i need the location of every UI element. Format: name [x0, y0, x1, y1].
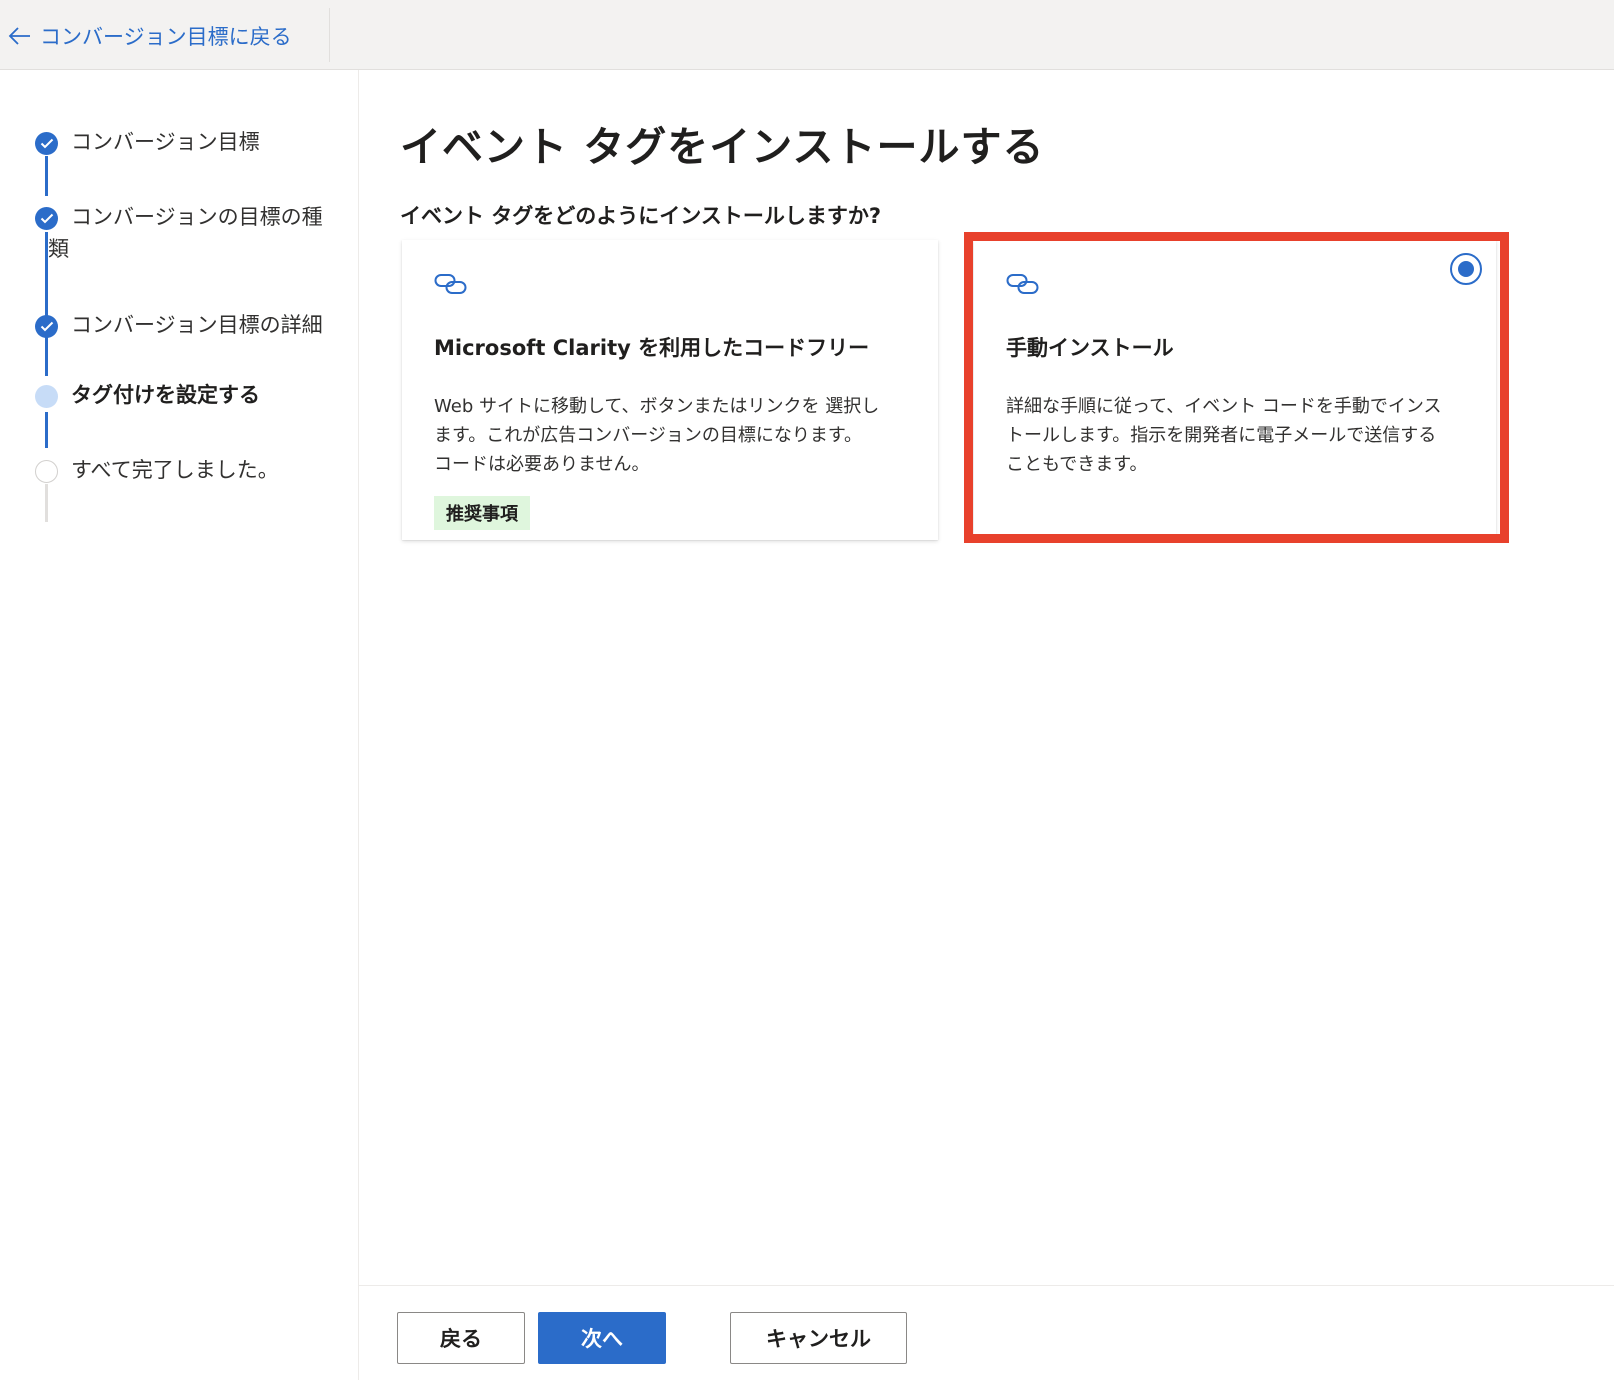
option-radio-selected[interactable] [1450, 253, 1482, 285]
option-description-line: ます。これが広告コンバージョンの目標になります。 [434, 425, 863, 446]
step-pending-dot-icon [35, 460, 58, 483]
step-label-goal-details: コンバージョン目標の詳細 [71, 313, 323, 337]
option-description-line: Web サイトに移動して、ボタンまたはリンクを 選択し [434, 396, 880, 417]
option-description-line: コードは必要ありません。 [434, 454, 650, 475]
option-description-line: トールします。指示を開発者に電子メールで送信する [1006, 425, 1437, 446]
back-to-goals-link[interactable]: コンバージョン目標に戻る [8, 18, 292, 54]
step-label-goal-type-cont: 類 [48, 237, 69, 261]
topbar-divider [329, 8, 330, 62]
option-description: 詳細な手順に従って、イベント コードを手動でインス トールします。指示を開発者に… [1006, 392, 1476, 479]
top-bar: コンバージョン目標に戻る [0, 0, 1614, 70]
step-label-goal-type: コンバージョンの目標の種 [71, 205, 323, 229]
recommended-badge: 推奨事項 [434, 496, 530, 530]
step-connector [45, 484, 48, 522]
cancel-button[interactable]: キャンセル [730, 1312, 907, 1364]
step-current-dot-icon [35, 385, 58, 408]
arrow-left-icon [8, 25, 32, 47]
link-icon [1006, 272, 1040, 300]
option-title: 手動インストール [1006, 336, 1174, 360]
back-to-goals-label: コンバージョン目標に戻る [40, 25, 292, 49]
step-complete-check-icon [35, 207, 58, 230]
step-label-goal: コンバージョン目標 [71, 130, 260, 154]
next-button[interactable]: 次へ [538, 1312, 666, 1364]
link-icon [434, 272, 468, 300]
radio-dot-icon [1458, 261, 1474, 277]
sidebar-stepper: コンバージョン目標 コンバージョンの目標の種 類 コンバージョン目標の詳細 タグ… [0, 70, 359, 1380]
option-card-manual-install[interactable]: 手動インストール 詳細な手順に従って、イベント コードを手動でインス トールしま… [974, 240, 1496, 534]
option-description-line: こともできます。 [1006, 454, 1148, 475]
option-description: Web サイトに移動して、ボタンまたはリンクを 選択し ます。これが広告コンバー… [434, 392, 914, 479]
option-title: Microsoft Clarity を利用したコードフリー [434, 336, 870, 360]
step-complete-check-icon [35, 132, 58, 155]
option-description-line: 詳細な手順に従って、イベント コードを手動でインス [1006, 396, 1442, 417]
page-title: イベント タグをインストールする [400, 123, 1045, 171]
back-button[interactable]: 戻る [397, 1312, 525, 1364]
option-card-codefree[interactable]: Microsoft Clarity を利用したコードフリー Web サイトに移動… [402, 240, 938, 540]
page-root: コンバージョン目標に戻る コンバージョン目標 コンバージョンの目標の種 類 コン… [0, 0, 1614, 1380]
step-complete-check-icon [35, 315, 58, 338]
install-question: イベント タグをどのようにインストールしますか? [400, 204, 882, 228]
step-label-tagging: タグ付けを設定する [71, 383, 260, 407]
step-connector [45, 412, 48, 448]
footer-divider [359, 1285, 1614, 1286]
step-label-complete: すべて完了しました。 [71, 458, 279, 482]
step-connector [45, 156, 48, 196]
